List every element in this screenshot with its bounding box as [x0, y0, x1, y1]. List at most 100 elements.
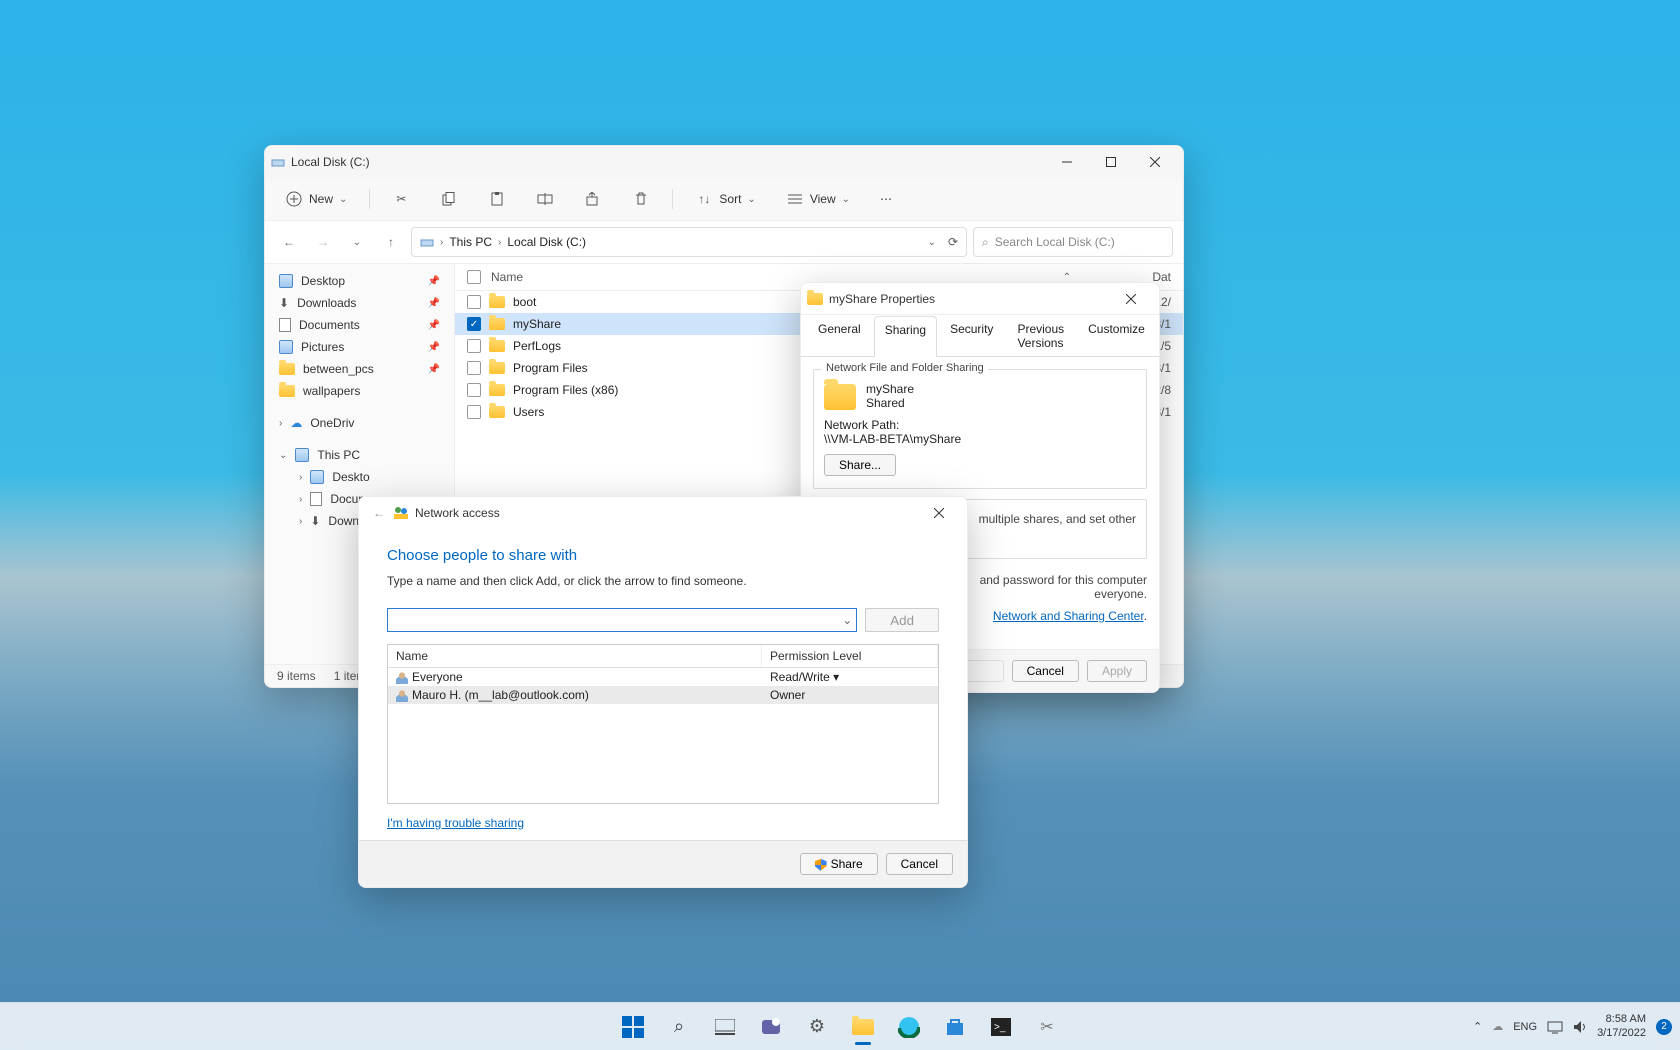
- view-button[interactable]: View⌄: [778, 186, 858, 212]
- store-icon: [945, 1017, 965, 1037]
- settings-button[interactable]: ⚙: [797, 1007, 837, 1047]
- back-button[interactable]: ←: [275, 228, 303, 256]
- edge-button[interactable]: [889, 1007, 929, 1047]
- trouble-sharing-link[interactable]: I'm having trouble sharing: [387, 816, 524, 830]
- tray-chevron-icon[interactable]: ⌃: [1473, 1020, 1482, 1033]
- network-access-titlebar[interactable]: ← Network access: [359, 497, 967, 529]
- sidebar-item-pictures[interactable]: Pictures📌: [265, 336, 454, 358]
- volume-tray-icon[interactable]: [1573, 1020, 1587, 1034]
- folder-icon: [489, 384, 505, 396]
- checkbox[interactable]: [467, 383, 481, 397]
- breadcrumb-thispc[interactable]: This PC: [449, 235, 492, 249]
- new-button[interactable]: New⌄: [277, 186, 355, 212]
- col-name[interactable]: Name: [388, 645, 762, 667]
- sidebar-item-desktop[interactable]: Desktop📌: [265, 270, 454, 292]
- tab-sharing[interactable]: Sharing: [874, 316, 937, 357]
- folder-icon: [489, 318, 505, 330]
- sidebar-item-downloads[interactable]: ⬇Downloads📌: [265, 292, 454, 314]
- edge-icon: [898, 1016, 920, 1038]
- checkbox[interactable]: [467, 405, 481, 419]
- start-button[interactable]: [613, 1007, 653, 1047]
- teams-button[interactable]: [751, 1007, 791, 1047]
- add-button[interactable]: Add: [865, 608, 939, 632]
- close-button[interactable]: [1133, 146, 1177, 178]
- tab-previous-versions[interactable]: Previous Versions: [1006, 315, 1075, 356]
- recent-button[interactable]: ⌄: [343, 228, 371, 256]
- up-button[interactable]: ↑: [377, 228, 405, 256]
- checkbox[interactable]: [467, 361, 481, 375]
- share-button[interactable]: [576, 186, 610, 212]
- properties-titlebar[interactable]: myShare Properties: [801, 283, 1159, 315]
- chevron-down-icon: ⌄: [279, 450, 287, 461]
- address-bar[interactable]: › This PC › Local Disk (C:) ⌄ ⟳: [411, 227, 967, 257]
- network-tray-icon[interactable]: [1547, 1020, 1563, 1034]
- paste-icon: [488, 190, 506, 208]
- section-legend: Network File and Folder Sharing: [822, 362, 988, 374]
- cancel-button[interactable]: Cancel: [1012, 660, 1079, 682]
- maximize-button[interactable]: [1089, 146, 1133, 178]
- pin-icon: 📌: [428, 320, 440, 331]
- taskview-button[interactable]: [705, 1007, 745, 1047]
- snip-button[interactable]: ✂: [1027, 1007, 1067, 1047]
- col-name[interactable]: Name: [491, 270, 523, 284]
- explorer-button[interactable]: [843, 1007, 883, 1047]
- search-button[interactable]: ⌕: [659, 1007, 699, 1047]
- trash-icon: [632, 190, 650, 208]
- permission-level[interactable]: Read/Write ▾: [762, 668, 938, 686]
- share-row[interactable]: Mauro H. (m__lab@outlook.com)Owner: [388, 686, 938, 704]
- chevron-down-icon[interactable]: ⌄: [842, 613, 852, 627]
- search-icon: ⌕: [674, 1016, 684, 1037]
- close-button[interactable]: [917, 497, 961, 529]
- item-count: 9 items: [277, 669, 316, 683]
- sidebar-item-thispc[interactable]: ⌄This PC: [265, 444, 454, 466]
- cut-button[interactable]: ✂: [384, 186, 418, 212]
- dialog-heading: Choose people to share with: [387, 547, 939, 564]
- search-input[interactable]: ⌕ Search Local Disk (C:): [973, 227, 1173, 257]
- chevron-down-icon[interactable]: ⌄: [928, 237, 936, 248]
- permission-level[interactable]: Owner: [762, 686, 938, 704]
- sidebar-item-betweenpcs[interactable]: between_pcs📌: [265, 358, 454, 380]
- checkbox[interactable]: [467, 339, 481, 353]
- terminal-button[interactable]: >_: [981, 1007, 1021, 1047]
- sidebar-item-desktop2[interactable]: ›Deskto: [265, 466, 454, 488]
- explorer-titlebar[interactable]: Local Disk (C:): [265, 146, 1183, 178]
- apply-button[interactable]: Apply: [1087, 660, 1147, 682]
- refresh-button[interactable]: ⟳: [948, 235, 958, 249]
- back-button[interactable]: ←: [373, 506, 385, 520]
- clock[interactable]: 8:58 AM 3/17/2022: [1597, 1013, 1646, 1039]
- checkbox[interactable]: ✓: [467, 317, 481, 331]
- pin-icon: 📌: [428, 298, 440, 309]
- breadcrumb-current[interactable]: Local Disk (C:): [507, 235, 586, 249]
- minimize-button[interactable]: [1045, 146, 1089, 178]
- share-row[interactable]: EveryoneRead/Write ▾: [388, 668, 938, 686]
- explorer-navrow: ← → ⌄ ↑ › This PC › Local Disk (C:) ⌄ ⟳ …: [265, 221, 1183, 264]
- col-permission[interactable]: Permission Level: [762, 645, 938, 667]
- cancel-button[interactable]: Cancel: [886, 853, 953, 875]
- sort-button[interactable]: ↑↓Sort⌄: [687, 186, 763, 212]
- select-all-checkbox[interactable]: [467, 270, 481, 284]
- forward-button[interactable]: →: [309, 228, 337, 256]
- onedrive-tray-icon[interactable]: ☁: [1492, 1020, 1503, 1033]
- checkbox[interactable]: [467, 295, 481, 309]
- share-button[interactable]: Share...: [824, 454, 896, 476]
- rename-button[interactable]: [528, 186, 562, 212]
- sidebar-item-documents[interactable]: Documents📌: [265, 314, 454, 336]
- notification-badge[interactable]: 2: [1656, 1019, 1672, 1035]
- tab-customize[interactable]: Customize: [1077, 315, 1156, 356]
- sidebar-item-wallpapers[interactable]: wallpapers: [265, 380, 454, 402]
- share-submit-button[interactable]: Share: [800, 853, 878, 875]
- pin-icon: 📌: [428, 364, 440, 375]
- close-button[interactable]: [1109, 283, 1153, 315]
- paste-button[interactable]: [480, 186, 514, 212]
- view-icon: [786, 190, 804, 208]
- sharing-center-link[interactable]: Network and Sharing Center: [993, 609, 1144, 623]
- store-button[interactable]: [935, 1007, 975, 1047]
- sidebar-item-onedrive[interactable]: ›☁OneDriv: [265, 412, 454, 434]
- tab-security[interactable]: Security: [939, 315, 1004, 356]
- tab-general[interactable]: General: [807, 315, 872, 356]
- delete-button[interactable]: [624, 186, 658, 212]
- language-indicator[interactable]: ENG: [1513, 1021, 1537, 1033]
- name-input[interactable]: ⌄: [387, 608, 857, 632]
- more-button[interactable]: ⋯: [872, 188, 900, 210]
- copy-button[interactable]: [432, 186, 466, 212]
